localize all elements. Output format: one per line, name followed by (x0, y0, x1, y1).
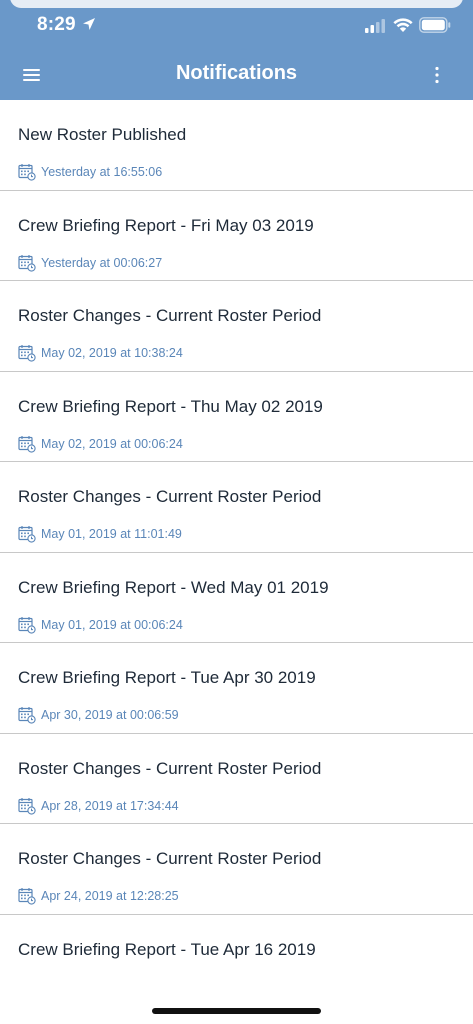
notification-meta: Apr 28, 2019 at 17:34:44 (18, 797, 179, 815)
notification-date: Apr 28, 2019 at 17:34:44 (41, 798, 179, 813)
notification-meta: Apr 30, 2019 at 00:06:59 (18, 706, 179, 724)
cellular-signal-icon (365, 19, 385, 33)
notification-item[interactable]: Roster Changes - Current Roster Period A… (0, 734, 473, 824)
notification-item[interactable]: Roster Changes - Current Roster Period M… (0, 281, 473, 372)
notification-meta: Yesterday at 00:06:27 (18, 254, 162, 272)
notification-meta: May 01, 2019 at 00:06:24 (18, 616, 183, 634)
calendar-clock-icon (18, 888, 36, 905)
notification-meta: May 02, 2019 at 00:06:24 (18, 435, 183, 453)
nav-bar: Notifications (0, 52, 473, 100)
notification-title: Roster Changes - Current Roster Period (18, 758, 322, 778)
notification-item[interactable]: New Roster Published Yesterday at 16:55:… (0, 100, 473, 191)
notification-title: New Roster Published (18, 125, 187, 144)
notification-list: New Roster Published Yesterday at 16:55:… (0, 100, 473, 1005)
calendar-clock-icon (18, 345, 36, 362)
notification-item[interactable]: Crew Briefing Report - Thu May 02 2019 M… (0, 372, 473, 462)
page-title: Notifications (175, 62, 298, 84)
notification-date: Apr 30, 2019 at 00:06:59 (41, 708, 179, 722)
calendar-clock-icon (18, 164, 36, 181)
location-arrow-icon (83, 18, 95, 30)
notification-date: May 01, 2019 at 00:06:24 (41, 617, 183, 632)
notification-item[interactable]: Crew Briefing Report - Fri May 03 2019 Y… (0, 191, 473, 281)
notification-item[interactable]: Roster Changes - Current Roster Period M… (0, 462, 473, 553)
notification-meta: May 02, 2019 at 10:38:24 (18, 344, 183, 362)
notification-title: Roster Changes - Current Roster Period (18, 306, 322, 325)
notifications-screen: 8:29 Notifications New Roster Published … (0, 0, 473, 1024)
battery-icon (419, 17, 451, 33)
calendar-clock-icon (18, 707, 36, 724)
notification-title: Crew Briefing Report - Fri May 03 2019 (18, 215, 314, 235)
notification-item[interactable]: Crew Briefing Report - Wed May 01 2019 M… (0, 553, 473, 643)
calendar-clock-icon (18, 254, 36, 272)
notification-title: Crew Briefing Report - Tue Apr 30 2019 (18, 668, 316, 687)
more-vertical-icon[interactable] (425, 60, 449, 90)
notification-date: May 02, 2019 at 00:06:24 (41, 436, 183, 451)
home-indicator[interactable] (152, 1008, 321, 1014)
notification-date: Yesterday at 16:55:06 (41, 165, 163, 179)
notification-title: Crew Briefing Report - Thu May 02 2019 (18, 396, 323, 416)
status-time: 8:29 (37, 14, 76, 35)
notification-title: Crew Briefing Report - Wed May 01 2019 (18, 577, 329, 597)
notification-meta: May 01, 2019 at 11:01:49 (18, 525, 182, 543)
notification-item[interactable]: Roster Changes - Current Roster Period A… (0, 824, 473, 915)
notification-item[interactable]: Crew Briefing Report - Tue Apr 16 2019 (0, 915, 473, 1006)
wifi-icon (393, 18, 413, 32)
notification-title: Roster Changes - Current Roster Period (18, 849, 322, 868)
notification-meta: Yesterday at 16:55:06 (18, 163, 162, 181)
notification-date: Apr 24, 2019 at 12:28:25 (41, 889, 179, 903)
status-bar: 8:29 (0, 0, 473, 52)
notification-title: Crew Briefing Report - Tue Apr 16 2019 (18, 939, 316, 959)
notification-date: May 01, 2019 at 11:01:49 (41, 527, 182, 541)
calendar-clock-icon (18, 435, 36, 453)
notification-date: May 02, 2019 at 10:38:24 (41, 346, 183, 360)
notification-date: Yesterday at 00:06:27 (41, 255, 163, 270)
notification-meta: Apr 24, 2019 at 12:28:25 (18, 887, 179, 905)
app-header: 8:29 Notifications (0, 0, 473, 100)
calendar-clock-icon (18, 797, 36, 815)
notification-title: Roster Changes - Current Roster Period (18, 487, 322, 506)
notification-item[interactable]: Crew Briefing Report - Tue Apr 30 2019 A… (0, 643, 473, 734)
calendar-clock-icon (18, 526, 36, 543)
calendar-clock-icon (18, 616, 36, 634)
